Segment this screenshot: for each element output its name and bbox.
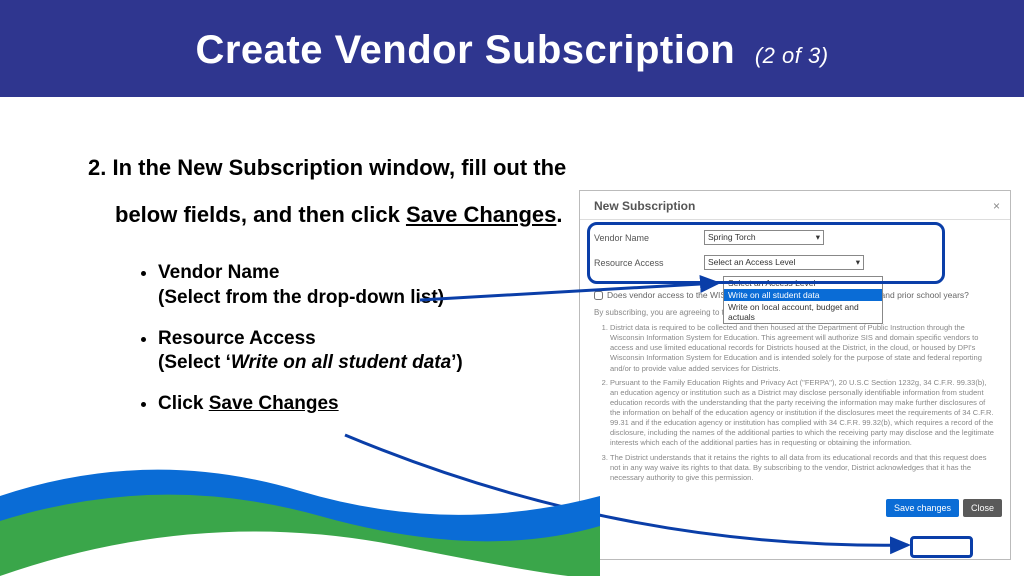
bullet-vendor-name-sub: (Select from the drop-down list) <box>158 285 598 312</box>
instruction-line2: below fields, and then click Save Change… <box>115 197 598 232</box>
instruction-line2-pre: below fields, and then click <box>115 202 406 227</box>
resource-access-row: Resource Access Select an Access Level ▾ <box>594 255 996 270</box>
bullet-ra-sub-post: ’) <box>451 352 463 373</box>
instruction-step-number: 2. In the New Subscription window, fill … <box>88 150 598 185</box>
agreement-item-3: The District understands that it retains… <box>610 453 996 483</box>
slide-title: Create Vendor Subscription (2 of 3) <box>195 28 828 73</box>
bullet-resource-access: Resource Access (Select ‘Write on all st… <box>158 326 598 377</box>
bullet-ra-sub-pre: (Select ‘ <box>158 352 231 373</box>
agreement-item-2: Pursuant to the Family Education Rights … <box>610 378 996 449</box>
decorative-swoosh <box>0 436 600 576</box>
agreement-item-1: District data is required to be collecte… <box>610 323 996 374</box>
vendor-access-checkbox[interactable] <box>594 291 603 300</box>
vendor-name-label: Vendor Name <box>594 233 704 243</box>
dropdown-option-placeholder[interactable]: Select an Access Level <box>724 277 882 289</box>
vendor-name-row: Vendor Name Spring Torch ▾ <box>594 230 996 245</box>
slide-title-text: Create Vendor Subscription <box>195 28 735 72</box>
dropdown-option-write-local[interactable]: Write on local account, budget and actua… <box>724 301 882 323</box>
agreement-list: District data is required to be collecte… <box>594 323 996 483</box>
dialog-body: Vendor Name Spring Torch ▾ Resource Acce… <box>580 220 1010 493</box>
dialog-title: New Subscription <box>594 199 695 213</box>
resource-access-dropdown[interactable]: Select an Access Level Write on all stud… <box>723 276 883 324</box>
bullet-resource-access-sub: (Select ‘Write on all student data’) <box>158 350 598 377</box>
bullet-ra-sub-ital: Write on all student data <box>231 352 451 373</box>
bullet-save-link: Save Changes <box>209 393 339 414</box>
resource-access-select[interactable]: Select an Access Level ▾ <box>704 255 864 270</box>
instruction-line2-link: Save Changes <box>406 202 556 227</box>
slide-step-indicator: (2 of 3) <box>755 43 829 68</box>
new-subscription-dialog: New Subscription × Vendor Name Spring To… <box>579 190 1011 560</box>
vendor-name-value: Spring Torch <box>708 232 756 242</box>
close-icon[interactable]: × <box>993 199 1000 213</box>
slide-header: Create Vendor Subscription (2 of 3) <box>0 0 1024 100</box>
dropdown-option-write-all[interactable]: Write on all student data <box>724 289 882 301</box>
resource-access-value: Select an Access Level <box>708 257 795 267</box>
save-changes-button[interactable]: Save changes <box>886 499 959 517</box>
resource-access-label: Resource Access <box>594 258 704 268</box>
dialog-header: New Subscription × <box>580 191 1010 220</box>
bullet-save-changes: Click Save Changes <box>158 391 598 418</box>
close-button[interactable]: Close <box>963 499 1002 517</box>
bullet-resource-access-title: Resource Access <box>158 328 316 349</box>
bullet-save-pre: Click <box>158 393 209 414</box>
instruction-block: 2. In the New Subscription window, fill … <box>88 150 598 421</box>
bullet-vendor-name-title: Vendor Name <box>158 262 279 283</box>
instruction-bullets: Vendor Name (Select from the drop-down l… <box>158 260 598 417</box>
instruction-line2-post: . <box>556 202 562 227</box>
bullet-vendor-sub-pre: (Select from the drop-down list) <box>158 287 444 308</box>
bullet-vendor-name: Vendor Name (Select from the drop-down l… <box>158 260 598 311</box>
dialog-footer: Save changes Close <box>580 493 1010 523</box>
vendor-name-select[interactable]: Spring Torch ▾ <box>704 230 824 245</box>
